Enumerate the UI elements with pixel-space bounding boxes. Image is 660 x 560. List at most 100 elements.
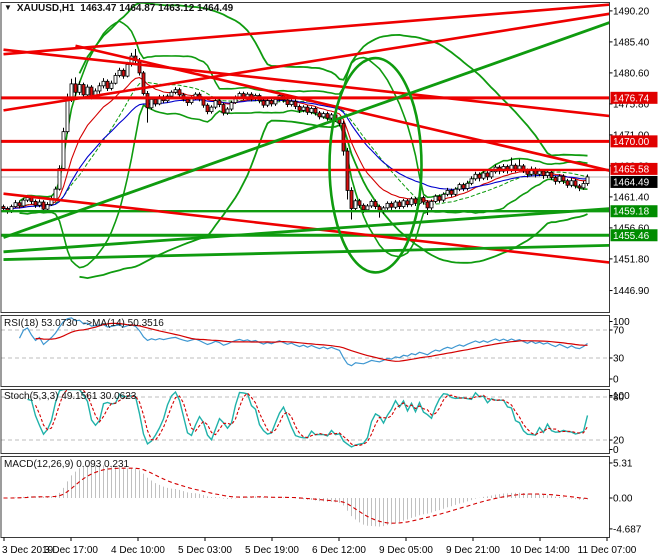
macd-axis-label: -4.687	[613, 524, 642, 535]
candle-bull	[401, 200, 406, 207]
candle-bear	[297, 106, 302, 111]
candle-bull	[369, 201, 374, 207]
candle-bull	[225, 108, 230, 114]
candle-bear	[81, 84, 86, 96]
candle-bull	[309, 108, 314, 113]
candle-bull	[581, 183, 586, 189]
candle-bear	[185, 98, 190, 104]
time-tick-label: 10 Dec 14:00	[510, 545, 570, 556]
candle-bull	[149, 98, 154, 109]
candle-bull	[209, 106, 214, 113]
price-badge-label: 1464.49	[613, 177, 650, 188]
candle-bear	[41, 201, 46, 210]
candle-bull	[453, 188, 458, 195]
candle-bull	[469, 178, 474, 184]
candle-bear	[201, 98, 206, 106]
time-tick-label: 6 Dec 12:00	[312, 545, 366, 556]
candle-bear	[437, 195, 442, 201]
candle-bear	[373, 201, 378, 207]
candle-bull	[365, 205, 370, 211]
candle-bear	[485, 172, 490, 178]
macd-axis-label: 5.31	[613, 458, 633, 469]
time-tick-label: 3 Dec 17:00	[44, 545, 98, 556]
candle-bear	[549, 171, 554, 178]
candle-bear	[405, 200, 410, 206]
candle-bull	[117, 69, 122, 76]
candle-bear	[217, 100, 222, 105]
candle-bear	[17, 202, 22, 207]
candle-bull	[97, 85, 102, 92]
candle-bull	[229, 102, 234, 110]
time-tick-label: 9 Dec 21:00	[446, 545, 500, 556]
candle-bear	[313, 108, 318, 114]
candle-bear	[33, 201, 38, 206]
candle-bear	[145, 93, 150, 109]
price-tick-label: 1480.60	[613, 68, 650, 79]
candle-bear	[285, 99, 290, 105]
candle-bear	[73, 83, 78, 93]
candle-bear	[513, 164, 518, 170]
candle-bear	[1, 206, 6, 209]
price-badge-label: 1455.46	[613, 231, 650, 242]
chart-title: ▼ XAUUSD,H1 1463.47 1464.87 1463.12 1464.…	[4, 3, 233, 14]
candle-bear	[389, 202, 394, 208]
candle-bull	[45, 204, 50, 210]
candle-bear	[141, 72, 146, 94]
candle-bull	[445, 190, 450, 195]
candle-bull	[537, 170, 542, 175]
candle-bull	[113, 75, 118, 84]
time-tick-label: 9 Dec 05:00	[379, 545, 433, 556]
candle-bull	[125, 64, 130, 77]
symbol-dropdown-icon[interactable]: ▼	[4, 3, 12, 12]
stoch-axis-label: 80	[613, 393, 625, 404]
candle-bull	[473, 173, 478, 180]
candle-bull	[329, 114, 334, 119]
candle-bull	[265, 100, 270, 106]
candle-bull	[25, 197, 30, 201]
candle-bull	[585, 176, 590, 184]
candle-bear	[477, 173, 482, 179]
price-badge-label: 1476.74	[613, 93, 650, 104]
candle-bull	[213, 100, 218, 108]
price-badge-label: 1470.00	[613, 137, 650, 148]
price-tick-label: 1490.20	[613, 6, 650, 17]
candle-bull	[173, 89, 178, 93]
candle-bear	[341, 122, 346, 152]
candle-bear	[561, 175, 566, 182]
candle-bear	[153, 98, 158, 105]
candle-bull	[409, 198, 414, 206]
candle-bear	[105, 80, 110, 89]
candle-bull	[65, 97, 70, 133]
candle-bull	[489, 171, 494, 178]
candle-bear	[541, 170, 546, 176]
rsi-axis-label: 70	[613, 325, 625, 336]
candle-bull	[481, 172, 486, 179]
candle-bear	[357, 200, 362, 206]
candle-bull	[385, 202, 390, 209]
time-tick-label: 5 Dec 19:00	[245, 545, 299, 556]
candle-bull	[545, 171, 550, 176]
candle-bear	[449, 190, 454, 195]
candle-bull	[169, 91, 174, 97]
candle-bull	[569, 180, 574, 186]
candle-bear	[325, 113, 330, 119]
chart-title-text: XAUUSD,H1 1463.47 1464.87 1463.12 1464.4…	[16, 3, 234, 14]
candle-bear	[269, 100, 274, 105]
candle-bear	[177, 89, 182, 96]
candle-bear	[573, 180, 578, 187]
price-badge-label: 1459.18	[613, 207, 650, 218]
candle-bull	[85, 86, 90, 96]
candle-bull	[353, 200, 358, 209]
candle-bear	[553, 177, 558, 182]
candle-bear	[293, 100, 298, 107]
candle-bull	[517, 165, 522, 170]
candle-bear	[397, 201, 402, 207]
candle-bull	[69, 83, 74, 98]
candle-bear	[565, 180, 570, 186]
candle-bull	[433, 195, 438, 202]
candle-bull	[465, 182, 470, 189]
candle-bear	[89, 86, 94, 97]
macd-axis-label: 0.00	[613, 493, 633, 504]
candle-bear	[461, 184, 466, 189]
chart-canvas[interactable]: 1490.201485.401480.601475.801471.001466.…	[0, 0, 660, 560]
